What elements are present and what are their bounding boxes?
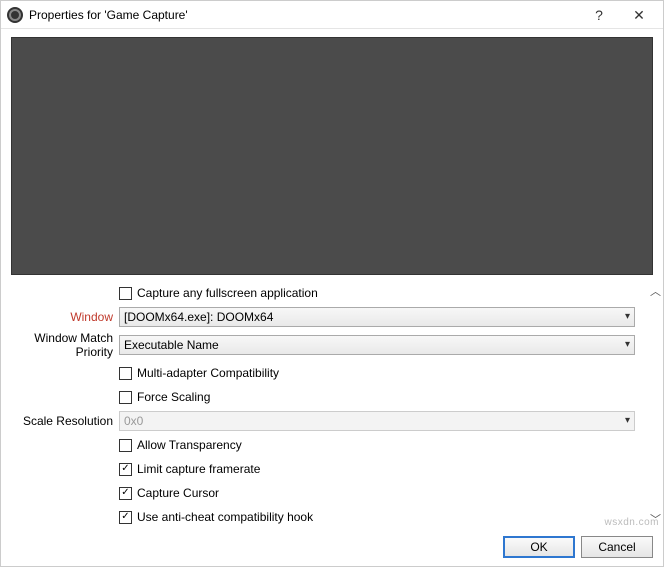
anti-cheat-checkbox[interactable] <box>119 511 132 524</box>
multi-adapter-label: Multi-adapter Compatibility <box>137 366 279 380</box>
limit-framerate-label: Limit capture framerate <box>137 462 260 476</box>
properties-form: ︿ Capture any fullscreen application Win… <box>1 283 663 527</box>
scroll-up-icon[interactable]: ︿ <box>650 283 661 299</box>
allow-transparency-checkbox[interactable] <box>119 439 132 452</box>
scale-res-label: Scale Resolution <box>11 414 119 428</box>
priority-label: Window Match Priority <box>11 331 119 359</box>
help-button[interactable]: ? <box>579 1 619 29</box>
scale-res-select: 0x0 <box>119 411 635 431</box>
window-select[interactable]: [DOOMx64.exe]: DOOMx64 <box>119 307 635 327</box>
dialog-buttons: OK Cancel <box>503 536 653 558</box>
preview-area <box>11 37 653 275</box>
force-scaling-label: Force Scaling <box>137 390 210 404</box>
capture-cursor-label: Capture Cursor <box>137 486 219 500</box>
titlebar: Properties for 'Game Capture' ? ✕ <box>1 1 663 29</box>
capture-fullscreen-checkbox[interactable] <box>119 287 132 300</box>
window-label: Window <box>11 310 119 324</box>
app-icon <box>7 7 23 23</box>
ok-button[interactable]: OK <box>503 536 575 558</box>
priority-select[interactable]: Executable Name <box>119 335 635 355</box>
allow-transparency-label: Allow Transparency <box>137 438 242 452</box>
limit-framerate-checkbox[interactable] <box>119 463 132 476</box>
multi-adapter-checkbox[interactable] <box>119 367 132 380</box>
capture-cursor-checkbox[interactable] <box>119 487 132 500</box>
capture-fullscreen-label: Capture any fullscreen application <box>137 286 318 300</box>
anti-cheat-label: Use anti-cheat compatibility hook <box>137 510 313 524</box>
window-title: Properties for 'Game Capture' <box>29 8 579 22</box>
force-scaling-checkbox[interactable] <box>119 391 132 404</box>
cancel-button[interactable]: Cancel <box>581 536 653 558</box>
watermark: wsxdn.com <box>604 517 659 528</box>
close-button[interactable]: ✕ <box>619 1 659 29</box>
